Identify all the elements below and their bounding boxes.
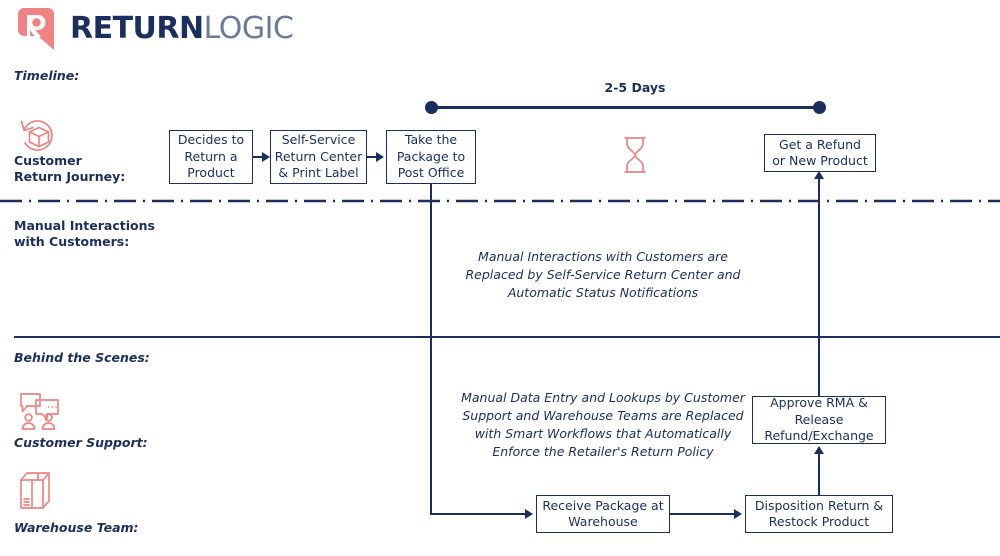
timeline-bar: [432, 106, 820, 109]
callout-manual-data-entry: Manual Data Entry and Lookups by Custome…: [461, 390, 745, 460]
divider-solid-behind-the-scenes: [14, 336, 1000, 338]
callout-manual-interactions: Manual Interactions with Customers are R…: [465, 249, 741, 301]
box-disposition-return-restock[interactable]: Disposition Return & Restock Product: [745, 495, 893, 533]
connector-disposition-to-approve: [818, 452, 821, 497]
warehouse-boxes-icon: [18, 468, 62, 512]
box-decides-to-return[interactable]: Decides to Return a Product: [169, 130, 253, 184]
connector-approve-to-refund: [818, 178, 821, 398]
box-receive-package-at-warehouse[interactable]: Receive Package at Warehouse: [536, 495, 670, 533]
timeline-duration-label: 2-5 Days: [604, 80, 666, 95]
arrowhead-approve-to-refund-icon: [814, 171, 824, 179]
box-get-a-refund-or-new-product[interactable]: Get a Refund or New Product: [764, 134, 876, 172]
returnlogic-r-pin-logo-icon: [14, 6, 60, 52]
hourglass-icon: [621, 136, 649, 174]
arrowhead-selfservice-to-takepackage-icon: [376, 152, 384, 162]
box-approve-rma-release-refund[interactable]: Approve RMA & Release Refund/Exchange: [752, 395, 886, 444]
lane-label-timeline: Timeline:: [14, 68, 80, 83]
arrowhead-disposition-to-approve-icon: [814, 446, 824, 454]
chat-support-icon: [18, 391, 66, 435]
connector-takepackage-down: [430, 184, 433, 514]
returnlogic-process-diagram: RETURNLOGIC Timeline: Customer Return Jo…: [0, 0, 1000, 556]
arrowhead-takepackage-to-receive-icon: [525, 509, 533, 519]
brand-name-bold: RETURN: [70, 11, 204, 46]
connector-receive-to-disposition: [670, 513, 735, 516]
lane-label-customer-return-journey: Customer Return Journey:: [14, 153, 126, 184]
connector-takepackage-to-receive: [430, 513, 526, 516]
arrowhead-decides-to-selfservice-icon: [262, 152, 270, 162]
timeline-start-dot: [425, 101, 438, 114]
timeline-end-dot: [813, 101, 826, 114]
box-take-package-to-post-office[interactable]: Take the Package to Post Office: [386, 130, 476, 184]
return-package-icon: [17, 116, 63, 156]
brand-logo: RETURNLOGIC: [14, 6, 294, 52]
lane-label-customer-support: Customer Support:: [14, 435, 148, 450]
lane-label-manual-interactions: Manual Interactions with Customers:: [14, 218, 155, 249]
lane-label-warehouse-team: Warehouse Team:: [14, 520, 139, 535]
divider-dashdot-customer-lane: [0, 199, 1000, 203]
box-self-service-return-center[interactable]: Self-Service Return Center & Print Label: [270, 130, 367, 184]
lane-label-behind-the-scenes: Behind the Scenes:: [14, 350, 150, 365]
brand-wordmark: RETURNLOGIC: [70, 11, 294, 46]
brand-name-light: LOGIC: [203, 11, 294, 46]
arrowhead-receive-to-disposition-icon: [734, 509, 742, 519]
